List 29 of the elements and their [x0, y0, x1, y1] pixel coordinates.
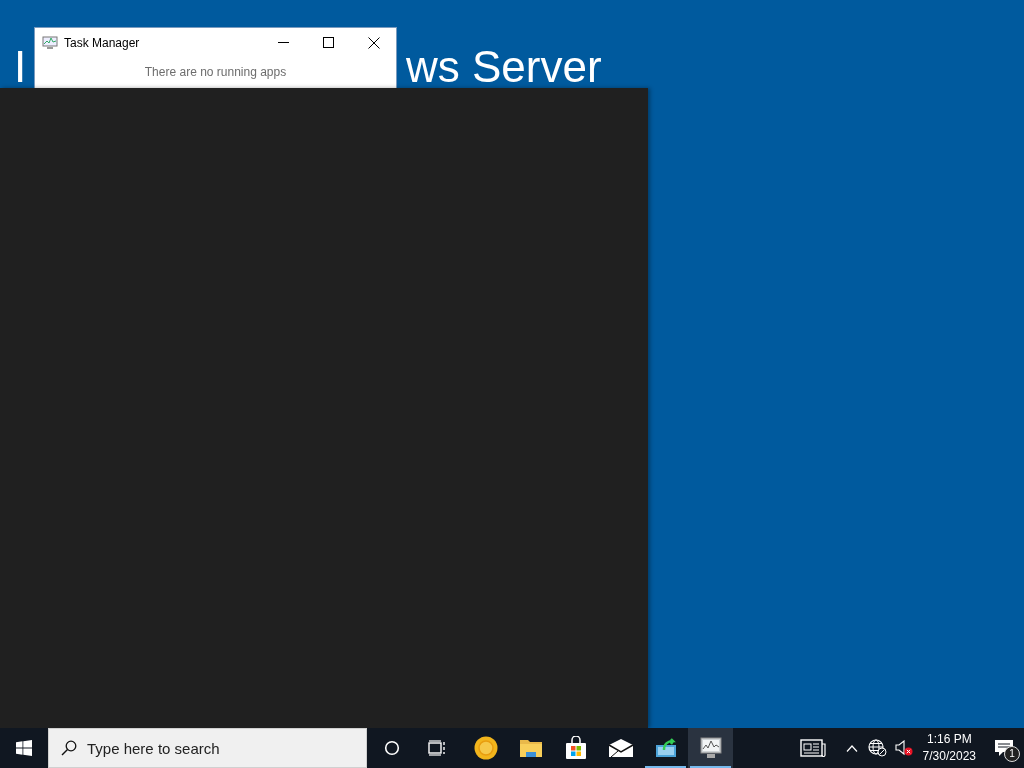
task-manager-icon	[42, 35, 58, 50]
clock-time: 1:16 PM	[926, 731, 972, 748]
minimize-icon	[278, 42, 289, 43]
shopping-bag-icon[interactable]	[564, 736, 587, 760]
maximize-icon	[323, 37, 334, 48]
folder-icon[interactable]	[518, 738, 543, 758]
task-manager-icon[interactable]	[697, 737, 724, 759]
task-view-icon[interactable]	[427, 740, 446, 756]
browser-icon[interactable]	[473, 736, 498, 760]
speaker-muted-icon[interactable]	[894, 740, 913, 756]
notification-count: 1	[1004, 746, 1020, 762]
desktop-heading: I	[14, 46, 27, 88]
news-icon[interactable]	[799, 739, 826, 757]
window-title: Task Manager	[64, 35, 141, 50]
running-indicator	[690, 766, 731, 768]
clock-date: 7/30/2023	[922, 748, 976, 765]
search-field[interactable]: Type here to search	[48, 728, 367, 768]
desktop-heading: ws Server	[406, 46, 602, 88]
close-icon	[367, 36, 380, 49]
search-icon	[61, 740, 77, 756]
clock[interactable]: 1:16 PM 7/30/2023	[922, 731, 976, 765]
globe-icon[interactable]	[867, 739, 887, 757]
windows-logo-icon[interactable]	[16, 740, 32, 756]
envelope-icon[interactable]	[607, 738, 634, 758]
empty-message: There are no running apps	[143, 65, 288, 79]
running-indicator	[645, 766, 686, 768]
circle-icon[interactable]	[383, 740, 400, 756]
monitor-arrow-icon[interactable]	[654, 738, 677, 758]
chevron-up-icon[interactable]	[845, 744, 858, 752]
